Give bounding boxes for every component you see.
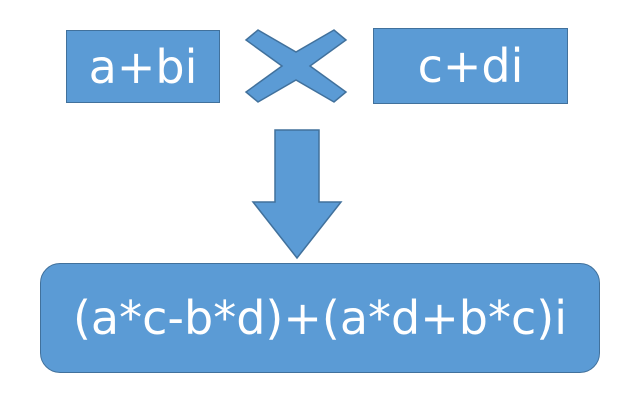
operand-left-box: a+bi	[66, 30, 220, 103]
result-label: (a*c-b*d)+(a*d+b*c)i	[72, 291, 567, 345]
result-box: (a*c-b*d)+(a*d+b*c)i	[40, 263, 600, 373]
multiply-icon	[244, 29, 348, 103]
operand-left-label: a+bi	[88, 39, 198, 94]
operand-right-box: c+di	[373, 28, 568, 104]
arrow-down-icon	[251, 129, 343, 260]
operand-right-label: c+di	[417, 39, 524, 93]
